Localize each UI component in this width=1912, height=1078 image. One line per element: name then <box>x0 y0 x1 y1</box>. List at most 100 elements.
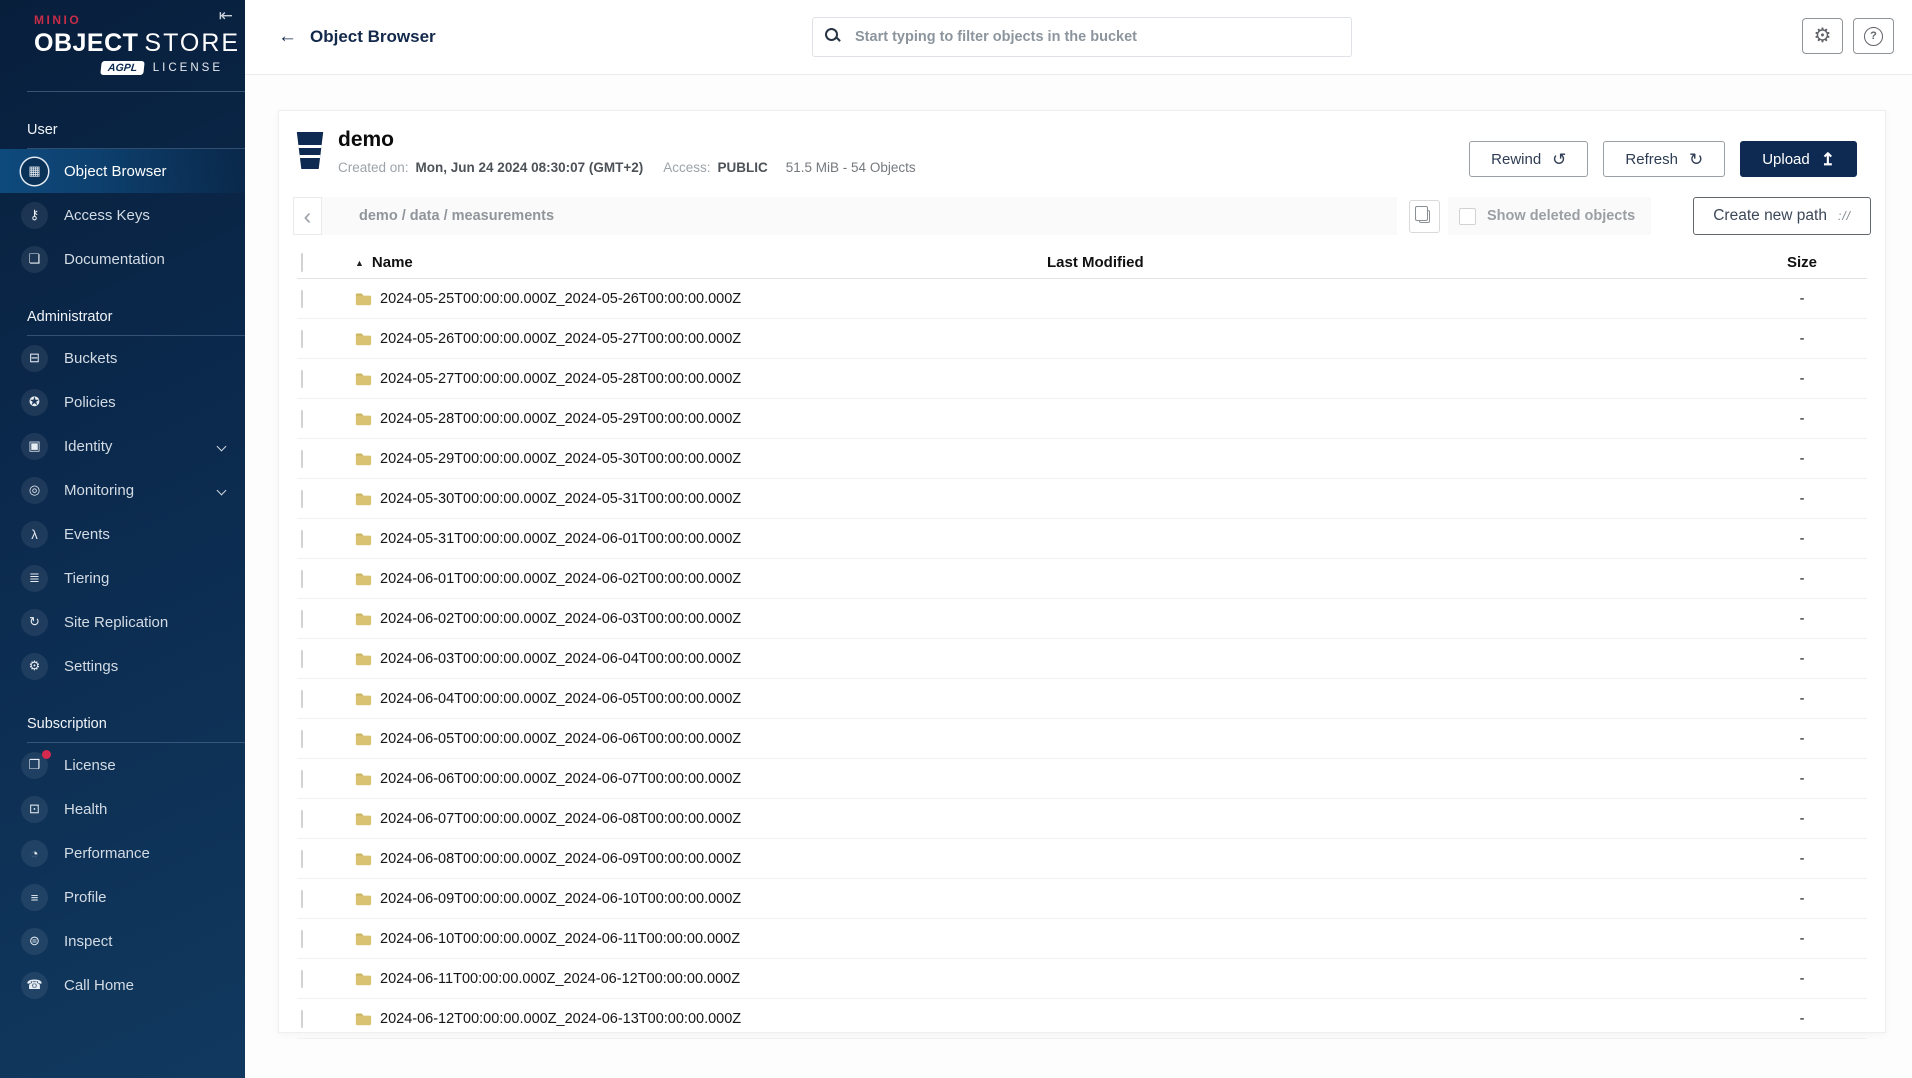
sidebar-item-access-keys[interactable]: ⚷ Access Keys <box>0 193 245 237</box>
table-row[interactable]: 2024-06-08T00:00:00.000Z_2024-06-09T00:0… <box>297 839 1867 879</box>
refresh-button[interactable]: Refresh ↻ <box>1603 141 1726 177</box>
object-size: - <box>1799 290 1805 307</box>
table-row[interactable]: 2024-06-07T00:00:00.000Z_2024-06-08T00:0… <box>297 799 1867 839</box>
logo-word-object: OBJECT <box>34 29 139 57</box>
row-checkbox[interactable] <box>301 849 303 868</box>
sidebar-item-documentation[interactable]: ❏ Documentation <box>0 237 245 281</box>
object-size: - <box>1799 730 1805 747</box>
row-checkbox[interactable] <box>301 609 303 628</box>
sidebar-item-site-replication[interactable]: ↻ Site Replication <box>0 600 245 644</box>
back-arrow-icon[interactable]: ← <box>278 26 297 48</box>
object-name: 2024-06-08T00:00:00.000Z_2024-06-09T00:0… <box>380 850 742 867</box>
help-icon: ? <box>1864 26 1883 46</box>
row-checkbox[interactable] <box>301 369 303 388</box>
sidebar-section-subscription: Subscription ❒ License ⊡ Health ◔ Perfor… <box>0 716 245 1007</box>
row-checkbox[interactable] <box>301 889 303 908</box>
table-row[interactable]: 2024-06-11T00:00:00.000Z_2024-06-12T00:0… <box>297 959 1867 999</box>
row-checkbox[interactable] <box>301 529 303 548</box>
sidebar-item-events[interactable]: λ Events <box>0 512 245 556</box>
object-name: 2024-05-30T00:00:00.000Z_2024-05-31T00:0… <box>380 490 742 507</box>
sidebar-section-administrator: Administrator ⊟ Buckets ✪ Policies ▣ Ide… <box>0 309 245 688</box>
folder-icon <box>355 773 372 785</box>
sidebar-item-label: Inspect <box>64 932 113 950</box>
profile-icon: ≡ <box>30 889 39 905</box>
row-checkbox[interactable] <box>301 649 303 668</box>
sidebar-item-label: Policies <box>64 393 116 411</box>
table-row[interactable]: 2024-06-03T00:00:00.000Z_2024-06-04T00:0… <box>297 639 1867 679</box>
folder-icon <box>355 853 372 865</box>
search-icon <box>825 28 838 41</box>
sidebar-item-performance[interactable]: ◔ Performance <box>0 831 245 875</box>
table-row[interactable]: 2024-06-09T00:00:00.000Z_2024-06-10T00:0… <box>297 879 1867 919</box>
object-name: 2024-06-09T00:00:00.000Z_2024-06-10T00:0… <box>380 890 742 907</box>
select-all-checkbox[interactable] <box>301 253 303 272</box>
monitoring-icon: ◎ <box>28 482 41 497</box>
sidebar-item-profile[interactable]: ≡ Profile <box>0 875 245 919</box>
row-checkbox[interactable] <box>301 289 303 308</box>
copy-path-button[interactable] <box>1409 199 1440 233</box>
table-row[interactable]: 2024-05-28T00:00:00.000Z_2024-05-29T00:0… <box>297 399 1867 439</box>
row-checkbox[interactable] <box>301 1009 303 1028</box>
show-deleted-checkbox[interactable] <box>1459 207 1476 225</box>
folder-icon <box>355 373 372 385</box>
table-row[interactable]: 2024-06-10T00:00:00.000Z_2024-06-11T00:0… <box>297 919 1867 959</box>
sidebar-item-call-home[interactable]: ☎ Call Home <box>0 963 245 1007</box>
breadcrumb-back-button[interactable]: ‹ <box>293 197 322 235</box>
object-name: 2024-06-05T00:00:00.000Z_2024-06-06T00:0… <box>380 730 742 747</box>
call-home-icon: ☎ <box>26 977 43 992</box>
row-checkbox[interactable] <box>301 569 303 588</box>
folder-icon <box>355 533 372 545</box>
sidebar-item-tiering[interactable]: ≣ Tiering <box>0 556 245 600</box>
sidebar-item-inspect[interactable]: ⊜ Inspect <box>0 919 245 963</box>
inspect-icon: ⊜ <box>29 933 40 948</box>
table-row[interactable]: 2024-05-30T00:00:00.000Z_2024-05-31T00:0… <box>297 479 1867 519</box>
sidebar-item-object-browser[interactable]: ▦ Object Browser <box>0 149 245 193</box>
row-checkbox[interactable] <box>301 929 303 948</box>
tiering-icon: ≣ <box>29 570 40 585</box>
table-row[interactable]: 2024-06-12T00:00:00.000Z_2024-06-13T00:0… <box>297 999 1867 1039</box>
table-row[interactable]: 2024-06-05T00:00:00.000Z_2024-06-06T00:0… <box>297 719 1867 759</box>
upload-button[interactable]: Upload ↥ <box>1740 141 1857 177</box>
help-button[interactable]: ? <box>1853 18 1894 54</box>
row-checkbox[interactable] <box>301 329 303 348</box>
created-on-value: Mon, Jun 24 2024 08:30:07 (GMT+2) <box>415 160 644 176</box>
browser-toolbar: ‹ demo / data / measurements Show delete… <box>293 197 1871 235</box>
object-size: - <box>1799 530 1805 547</box>
column-header-name[interactable]: ▲ Name <box>355 254 1047 271</box>
table-row[interactable]: 2024-06-06T00:00:00.000Z_2024-06-07T00:0… <box>297 759 1867 799</box>
breadcrumb[interactable]: demo / data / measurements <box>322 197 1397 235</box>
row-checkbox[interactable] <box>301 489 303 508</box>
collapse-sidebar-icon[interactable]: ⇤ <box>219 6 233 26</box>
table-row[interactable]: 2024-05-27T00:00:00.000Z_2024-05-28T00:0… <box>297 359 1867 399</box>
sidebar-item-buckets[interactable]: ⊟ Buckets <box>0 336 245 380</box>
sidebar-item-monitoring[interactable]: ◎ Monitoring <box>0 468 245 512</box>
table-row[interactable]: 2024-05-31T00:00:00.000Z_2024-06-01T00:0… <box>297 519 1867 559</box>
table-row[interactable]: 2024-05-25T00:00:00.000Z_2024-05-26T00:0… <box>297 279 1867 319</box>
object-name: 2024-05-27T00:00:00.000Z_2024-05-28T00:0… <box>380 370 742 387</box>
row-checkbox[interactable] <box>301 969 303 988</box>
rewind-button[interactable]: Rewind ↺ <box>1469 141 1589 177</box>
identity-icon: ▣ <box>28 438 41 453</box>
settings-button[interactable]: ⚙ <box>1802 18 1843 54</box>
row-checkbox[interactable] <box>301 769 303 788</box>
license-icon: ❒ <box>28 757 41 772</box>
sidebar-item-policies[interactable]: ✪ Policies <box>0 380 245 424</box>
row-checkbox[interactable] <box>301 809 303 828</box>
sidebar-item-license[interactable]: ❒ License <box>0 743 245 787</box>
search-input[interactable] <box>812 17 1352 57</box>
sidebar-item-label: Object Browser <box>64 162 167 180</box>
row-checkbox[interactable] <box>301 729 303 748</box>
table-row[interactable]: 2024-05-26T00:00:00.000Z_2024-05-27T00:0… <box>297 319 1867 359</box>
table-row[interactable]: 2024-06-02T00:00:00.000Z_2024-06-03T00:0… <box>297 599 1867 639</box>
row-checkbox[interactable] <box>301 409 303 428</box>
row-checkbox[interactable] <box>301 449 303 468</box>
table-row[interactable]: 2024-05-29T00:00:00.000Z_2024-05-30T00:0… <box>297 439 1867 479</box>
table-row[interactable]: 2024-06-04T00:00:00.000Z_2024-06-05T00:0… <box>297 679 1867 719</box>
create-new-path-button[interactable]: Create new path :// <box>1693 197 1871 235</box>
sidebar-item-health[interactable]: ⊡ Health <box>0 787 245 831</box>
license-label: LICENSE <box>152 62 223 74</box>
sidebar-item-identity[interactable]: ▣ Identity <box>0 424 245 468</box>
table-row[interactable]: 2024-06-01T00:00:00.000Z_2024-06-02T00:0… <box>297 559 1867 599</box>
row-checkbox[interactable] <box>301 689 303 708</box>
sidebar-item-settings[interactable]: ⚙ Settings <box>0 644 245 688</box>
